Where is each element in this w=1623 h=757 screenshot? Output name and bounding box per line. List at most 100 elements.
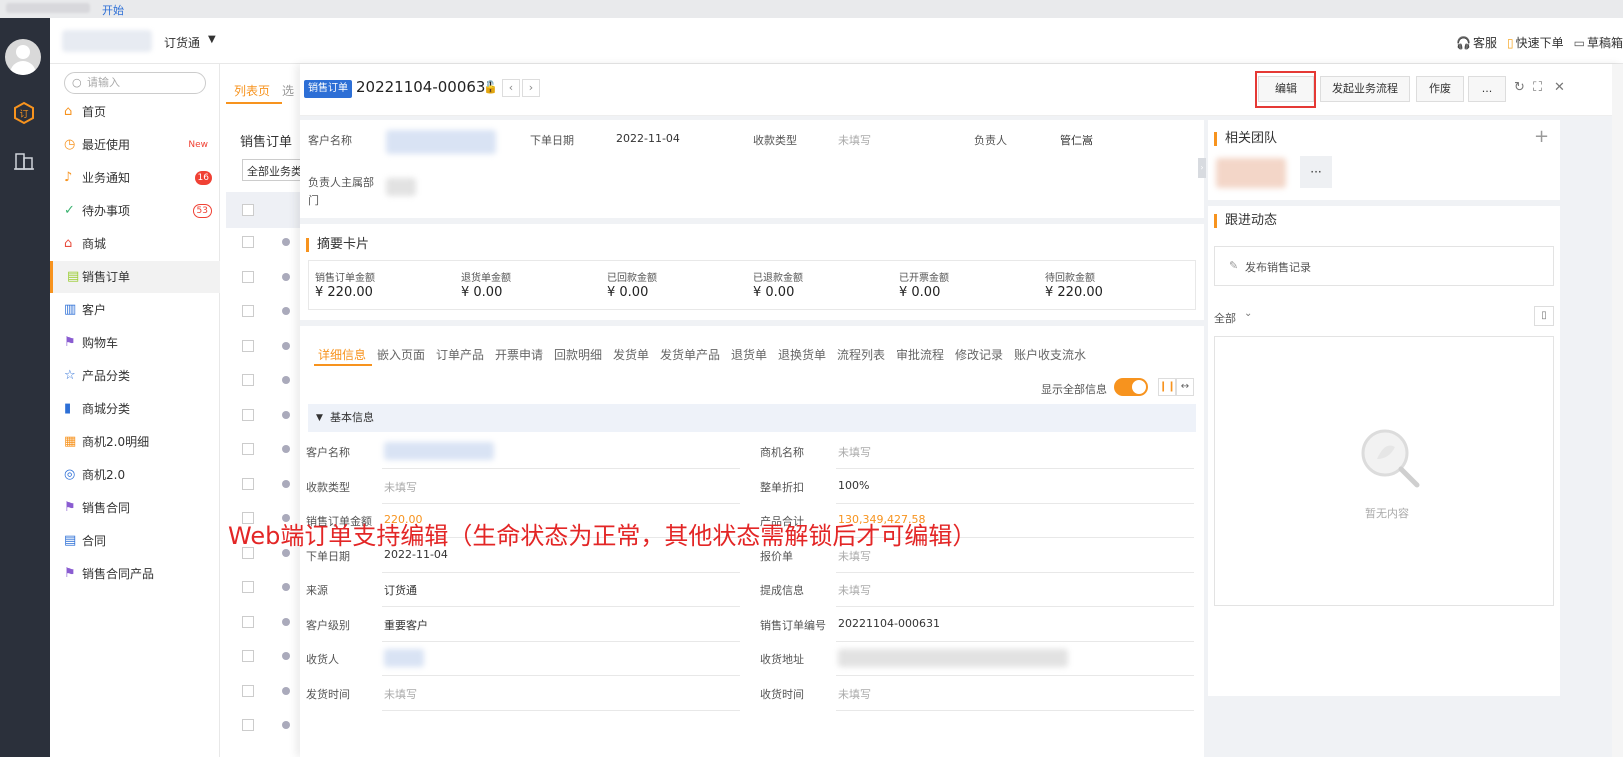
sidebar-item-10[interactable]: ▦ 商机2.0明细	[50, 426, 220, 458]
start-business-flow-button[interactable]: 发起业务流程	[1320, 76, 1410, 102]
header-action-label: 快速下单	[1515, 36, 1564, 50]
select-all-checkbox[interactable]	[242, 204, 254, 216]
row-checkbox[interactable]	[242, 443, 254, 455]
building-icon[interactable]	[12, 148, 36, 172]
row-checkbox[interactable]	[242, 374, 254, 386]
fullscreen-icon[interactable]: ⛶	[1533, 80, 1542, 95]
sidebar-item-0[interactable]: ⌂ 首页	[50, 96, 220, 128]
publish-record-box[interactable]: ✎ 发布销售记录	[1214, 246, 1554, 286]
row-checkbox[interactable]	[242, 270, 254, 283]
sidebar-item-12[interactable]: ⚑ 销售合同	[50, 492, 220, 524]
refresh-icon[interactable]: ↻	[1514, 80, 1525, 95]
sidebar-item-3[interactable]: ✓ 待办事项 53	[50, 195, 220, 227]
sidebar-item-6[interactable]: ▥ 客户	[50, 294, 220, 326]
side-navigation: ○ 请输入 ⌂ 首页 ◷ 最近使用 New ♪ 业务通知 16 ✓ 待办事项 53 ⌂ 商城 ▤ 销售订单 ▥…	[50, 64, 220, 757]
detail-tab[interactable]: 发货单	[613, 346, 649, 363]
detail-tab[interactable]: 审批流程	[896, 346, 944, 363]
row-checkbox[interactable]	[242, 615, 254, 628]
sidebar-item-1[interactable]: ◷ 最近使用 New	[50, 129, 220, 161]
sidebar-item-label: 客户	[82, 303, 107, 317]
field-value: 未填写	[384, 687, 417, 701]
sidebar-item-7[interactable]: ⚑ 购物车	[50, 327, 220, 359]
sidebar-item-11[interactable]: ◎ 商机2.0	[50, 459, 220, 491]
page-scrollbar[interactable]	[1612, 64, 1623, 757]
summary-value: ¥ 0.00	[461, 285, 503, 300]
header-action-2[interactable]: ▭ 草稿箱	[1574, 34, 1623, 51]
more-button[interactable]: ...	[1468, 76, 1506, 102]
lock-icon[interactable]: 🔓	[483, 80, 498, 94]
detail-tab[interactable]: 退换货单	[778, 346, 826, 363]
void-button[interactable]: 作废	[1416, 76, 1464, 102]
detail-tab[interactable]: 发货单产品	[660, 346, 720, 363]
list-view-icon[interactable]: ▯	[1534, 306, 1554, 326]
business-type-filter[interactable]: 全部业务类型	[242, 159, 302, 181]
detail-tab[interactable]: 流程列表	[837, 346, 885, 363]
next-record-button[interactable]: ›	[522, 79, 540, 97]
sidebar-item-14[interactable]: ⚑ 销售合同产品	[50, 558, 220, 590]
two-column-icon[interactable]: ❙❙	[1158, 378, 1176, 396]
sidebar-item-9[interactable]: ▮ 商城分类	[50, 393, 220, 425]
collapse-side-panel-handle[interactable]: ›	[1198, 158, 1206, 178]
add-member-icon[interactable]: +	[1534, 126, 1549, 147]
prev-record-button[interactable]: ‹	[502, 79, 520, 97]
close-icon[interactable]: ✕	[1554, 80, 1565, 95]
row-checkbox[interactable]	[242, 339, 254, 352]
app-switcher-label[interactable]: 订货通	[164, 34, 200, 51]
row-checkbox[interactable]	[242, 650, 254, 662]
row-checkbox[interactable]	[242, 719, 254, 731]
detail-tab[interactable]: 详细信息	[318, 346, 366, 363]
order-detail-drawer: 销售订单 20221104-000631 🔓 ‹ › 编辑 发起业务流程 作废 …	[300, 64, 1623, 757]
row-checkbox[interactable]	[242, 236, 254, 248]
team-more-button[interactable]: ···	[1300, 156, 1332, 188]
expand-width-icon[interactable]: ↔	[1176, 378, 1194, 396]
detail-tab[interactable]: 退货单	[731, 346, 767, 363]
detail-tab[interactable]: 订单产品	[436, 346, 484, 363]
row-checkbox[interactable]	[242, 684, 254, 697]
field-label: 整单折扣	[760, 480, 804, 494]
field-divider	[836, 571, 1194, 573]
header-action-0[interactable]: 🎧 客服	[1456, 34, 1497, 51]
field-value: 未填写	[838, 584, 871, 597]
row-checkbox[interactable]	[242, 477, 254, 490]
detail-tab[interactable]: 回款明细	[554, 346, 602, 363]
caret-down-icon[interactable]: ▼	[208, 34, 216, 45]
followup-list: 暂无内容	[1214, 336, 1554, 606]
tab-other[interactable]: 选	[282, 82, 294, 99]
show-all-toggle[interactable]	[1114, 378, 1148, 396]
summary-label: 销售订单金额	[315, 273, 375, 284]
check-circle-icon: ✓	[64, 203, 75, 218]
sidebar-item-8[interactable]: ☆ 产品分类	[50, 360, 220, 392]
blurred-field-value	[384, 649, 424, 667]
search-input[interactable]: ○ 请输入	[64, 72, 206, 94]
field-value: 未填写	[384, 480, 417, 494]
owner-dept-label: 负责人主属部	[308, 176, 374, 189]
followup-filter[interactable]: 全部	[1214, 310, 1236, 326]
avatar[interactable]	[5, 39, 41, 75]
detail-tab[interactable]: 嵌入页面	[377, 346, 425, 363]
row-status-icon	[282, 652, 290, 660]
sidebar-item-5[interactable]: ▤ 销售订单	[50, 261, 220, 293]
sidebar-item-13[interactable]: ▤ 合同	[50, 525, 220, 557]
blurred-dept	[386, 178, 416, 196]
row-checkbox[interactable]	[242, 305, 254, 317]
row-checkbox[interactable]	[242, 581, 254, 593]
tab-list-page[interactable]: 列表页	[234, 82, 270, 99]
detail-tab[interactable]: 开票申请	[495, 346, 543, 363]
field-value: 20221104-000631	[838, 616, 940, 630]
summary-card: 摘要卡片 销售订单金额 ¥ 220.00 退货单金额 ¥ 0.00 已回款金额 ¥ 0.0…	[300, 224, 1204, 320]
app-logo-icon[interactable]: 订	[12, 101, 36, 125]
owner-label: 负责人	[974, 134, 1007, 147]
header-action-1[interactable]: ▯ 快速下单	[1507, 34, 1564, 51]
sidebar-item-2[interactable]: ♪ 业务通知 16	[50, 162, 220, 194]
sidebar-item-4[interactable]: ⌂ 商城	[50, 228, 220, 260]
owner-value: 管仁嵩	[1060, 134, 1093, 147]
basic-info-section-header[interactable]: ▼ 基本信息	[308, 404, 1196, 432]
start-link[interactable]: 开始	[102, 2, 124, 18]
row-status-icon	[282, 686, 290, 695]
summary-label: 退货单金额	[461, 273, 511, 284]
detail-tab[interactable]: 修改记录	[955, 346, 1003, 363]
detail-tab[interactable]: 账户收支流水	[1014, 346, 1086, 363]
chevron-down-icon[interactable]: ⌄	[1244, 308, 1252, 319]
row-checkbox[interactable]	[242, 408, 254, 421]
search-placeholder: 请输入	[87, 76, 120, 89]
